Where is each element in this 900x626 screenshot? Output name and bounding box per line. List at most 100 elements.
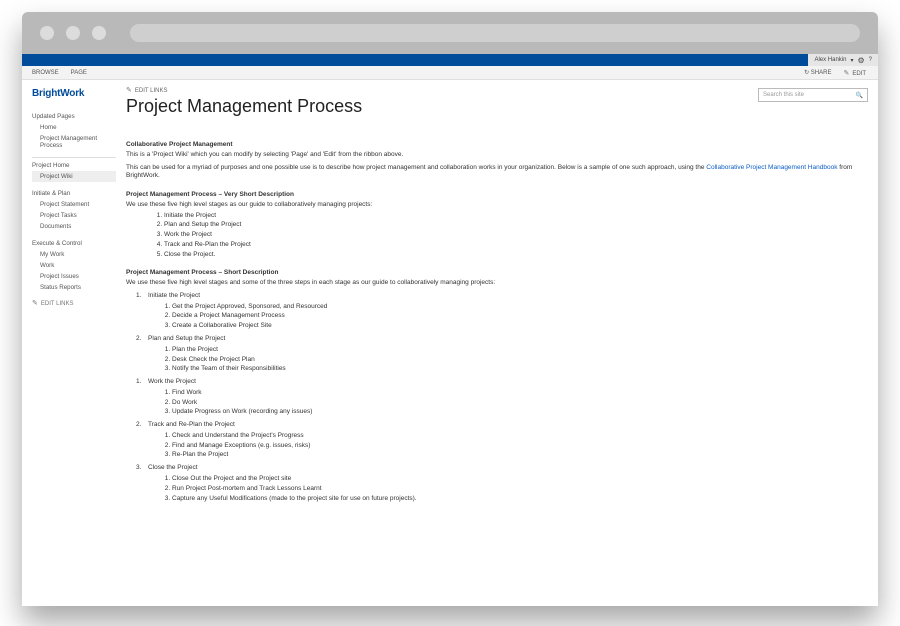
browser-chrome (22, 12, 878, 54)
wiki-body: Collaborative Project Management This is… (126, 141, 868, 503)
stage-steps: Plan the ProjectDesk Check the Project P… (162, 346, 868, 374)
sidebar-edit-links[interactable]: EDIT LINKS (32, 299, 116, 307)
intro-p1: This is a 'Project Wiki' which you can m… (126, 151, 868, 160)
stage-steps: Get the Project Approved, Sponsored, and… (162, 303, 868, 331)
user-menu[interactable]: Alex Hankin ▾ ⚙ ? (808, 54, 878, 66)
nav-item-pmp[interactable]: Project Management Process (32, 133, 116, 151)
stage-step-item: Desk Check the Project Plan (172, 356, 868, 365)
chevron-down-icon: ▾ (850, 57, 853, 64)
short-list-item: Work the Project (164, 231, 868, 240)
nav-project-home: Project Home Project Wiki (32, 157, 116, 182)
main-edit-links[interactable]: EDIT LINKS (126, 86, 362, 94)
stage-step-item: Find Work (172, 389, 868, 398)
nav-execute: Execute & Control My Work Work Project I… (32, 238, 116, 293)
page-content: BrightWork Updated Pages Home Project Ma… (22, 80, 878, 606)
stage-number: 3. (136, 464, 148, 473)
main-area: EDIT LINKS Project Management Process Se… (116, 86, 868, 596)
user-name: Alex Hankin (814, 57, 846, 63)
nav-head-execute[interactable]: Execute & Control (32, 238, 116, 249)
stage-steps: Check and Understand the Project's Progr… (162, 432, 868, 460)
intro-p2: This can be used for a myriad of purpose… (126, 164, 868, 182)
nav-initiate: Initiate & Plan Project Statement Projec… (32, 188, 116, 232)
browser-window: Alex Hankin ▾ ⚙ ? BROWSE PAGE ↻ SHARE ED… (22, 12, 878, 606)
nav-item-wiki[interactable]: Project Wiki (32, 171, 116, 182)
very-short-list: Initiate the ProjectPlan and Setup the P… (154, 212, 868, 260)
nav-head-project-home[interactable]: Project Home (32, 157, 116, 171)
window-controls (40, 26, 106, 40)
stage-number: 2. (136, 421, 148, 430)
short-list-item: Plan and Setup the Project (164, 221, 868, 230)
stage-row: 1.Initiate the Project (136, 292, 868, 301)
sidebar: BrightWork Updated Pages Home Project Ma… (32, 86, 116, 596)
edit-button[interactable]: EDIT (843, 69, 866, 77)
stage-steps: Close Out the Project and the Project si… (162, 475, 868, 503)
stage-row: 1.Work the Project (136, 378, 868, 387)
short-sub: We use these five high level stages and … (126, 279, 868, 288)
stage-step-item: Run Project Post-mortem and Track Lesson… (172, 485, 868, 494)
page-title: Project Management Process (126, 96, 362, 117)
url-bar[interactable] (130, 24, 860, 42)
nav-item-docs[interactable]: Documents (32, 221, 116, 232)
nav-head-initiate[interactable]: Initiate & Plan (32, 188, 116, 199)
stage-step-item: Create a Collaborative Project Site (172, 322, 868, 331)
stage-step-item: Do Work (172, 399, 868, 408)
share-button[interactable]: ↻ SHARE (804, 69, 831, 76)
handbook-link[interactable]: Collaborative Project Management Handboo… (706, 164, 837, 171)
heading-short: Project Management Process – Short Descr… (126, 269, 868, 278)
stage-step-item: Plan the Project (172, 346, 868, 355)
gear-icon[interactable]: ⚙ (857, 56, 864, 65)
nav-item-statement[interactable]: Project Statement (32, 199, 116, 210)
heading-collab: Collaborative Project Management (126, 141, 868, 150)
heading-very-short: Project Management Process – Very Short … (126, 191, 868, 200)
nav-item-tasks[interactable]: Project Tasks (32, 210, 116, 221)
search-placeholder: Search this site (763, 92, 804, 98)
very-short-sub: We use these five high level stages as o… (126, 201, 868, 210)
stage-step-item: Get the Project Approved, Sponsored, and… (172, 303, 868, 312)
nav-item-status[interactable]: Status Reports (32, 282, 116, 293)
main-edit-links-label: EDIT LINKS (135, 88, 168, 94)
stage-label: Plan and Setup the Project (148, 335, 225, 344)
stage-label: Close the Project (148, 464, 198, 473)
nav-item-mywork[interactable]: My Work (32, 249, 116, 260)
stage-label: Work the Project (148, 378, 196, 387)
help-icon[interactable]: ? (869, 57, 872, 63)
nav-item-home[interactable]: Home (32, 122, 116, 133)
stage-row: 2.Plan and Setup the Project (136, 335, 868, 344)
nav-head-updated[interactable]: Updated Pages (32, 111, 116, 122)
nav-item-issues[interactable]: Project Issues (32, 271, 116, 282)
stage-label: Initiate the Project (148, 292, 200, 301)
stage-step-item: Find and Manage Exceptions (e.g. issues,… (172, 442, 868, 451)
stage-number: 1. (136, 378, 148, 387)
ribbon: BROWSE PAGE ↻ SHARE EDIT (22, 66, 878, 80)
stage-step-item: Close Out the Project and the Project si… (172, 475, 868, 484)
stage-number: 2. (136, 335, 148, 344)
share-label: SHARE (811, 70, 832, 76)
stages-container: 1.Initiate the ProjectGet the Project Ap… (126, 292, 868, 503)
short-list-item: Initiate the Project (164, 212, 868, 221)
tab-page[interactable]: PAGE (71, 70, 87, 76)
stage-step-item: Decide a Project Management Process (172, 312, 868, 321)
stage-step-item: Notify the Team of their Responsibilitie… (172, 365, 868, 374)
nav-updated-pages: Updated Pages Home Project Management Pr… (32, 111, 116, 151)
stage-step-item: Update Progress on Work (recording any i… (172, 408, 868, 417)
stage-step-item: Check and Understand the Project's Progr… (172, 432, 868, 441)
stage-step-item: Re-Plan the Project (172, 451, 868, 460)
stage-number: 1. (136, 292, 148, 301)
short-list-item: Track and Re-Plan the Project (164, 241, 868, 250)
stage-row: 2.Track and Re-Plan the Project (136, 421, 868, 430)
window-dot[interactable] (92, 26, 106, 40)
stage-row: 3.Close the Project (136, 464, 868, 473)
suite-bar: Alex Hankin ▾ ⚙ ? (22, 54, 878, 66)
window-dot[interactable] (66, 26, 80, 40)
search-icon: 🔍 (856, 92, 863, 99)
intro-p2a: This can be used for a myriad of purpose… (126, 164, 706, 171)
site-logo[interactable]: BrightWork (32, 88, 116, 99)
tab-browse[interactable]: BROWSE (32, 70, 59, 76)
short-list-item: Close the Project. (164, 251, 868, 260)
window-dot[interactable] (40, 26, 54, 40)
edit-label: EDIT (852, 71, 866, 77)
nav-item-work[interactable]: Work (32, 260, 116, 271)
sidebar-edit-links-label: EDIT LINKS (41, 301, 74, 307)
stage-step-item: Capture any Useful Modifications (made t… (172, 495, 868, 504)
search-input[interactable]: Search this site 🔍 (758, 88, 868, 102)
